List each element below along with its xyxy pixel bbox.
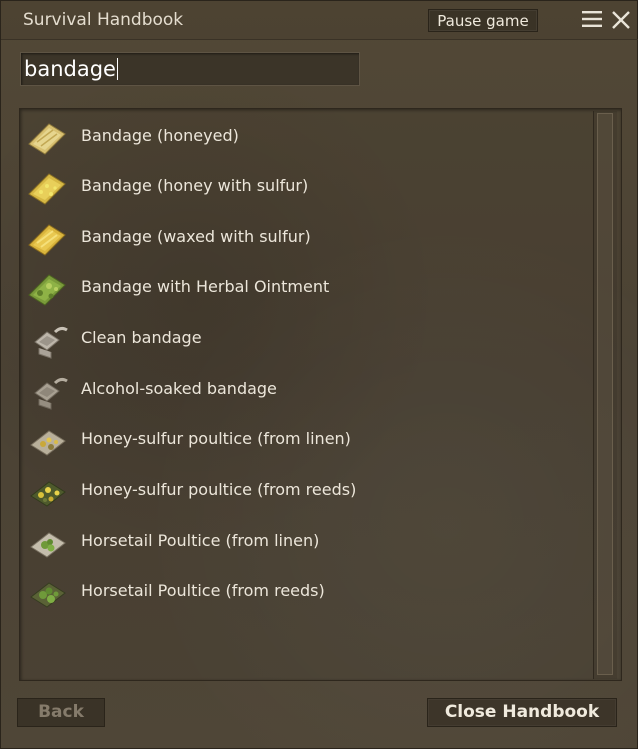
list-item[interactable]: Bandage (honey with sulfur) [23, 166, 583, 210]
clean-bandage-icon [34, 326, 68, 359]
item-label: Honey-sulfur poultice (from linen) [81, 429, 351, 448]
list-item[interactable]: Bandage with Herbal Ointment [23, 267, 583, 311]
bandage-waxed-sulfur-icon [28, 224, 66, 256]
window-title: Survival Handbook [23, 10, 184, 30]
item-label: Bandage (honeyed) [81, 126, 239, 145]
list-item[interactable]: Bandage (honeyed) [23, 116, 583, 160]
poultice-reeds-horsetail-icon [30, 582, 66, 608]
bandage-honeyed-icon [28, 123, 66, 155]
scrollbar[interactable] [593, 111, 617, 679]
list-item[interactable]: Honey-sulfur poultice (from linen) [23, 419, 583, 463]
item-label: Horsetail Poultice (from linen) [81, 531, 320, 550]
scrollbar-thumb[interactable] [597, 113, 613, 675]
list-item[interactable]: Alcohol-soaked bandage [23, 369, 583, 413]
list-item[interactable]: Horsetail Poultice (from reeds) [23, 571, 583, 615]
text-caret [116, 58, 118, 80]
item-label: Horsetail Poultice (from reeds) [81, 581, 325, 600]
item-label: Bandage with Herbal Ointment [81, 277, 330, 296]
list-item[interactable]: Clean bandage [23, 318, 583, 362]
close-handbook-button[interactable]: Close Handbook [427, 698, 617, 727]
bandage-honey-sulfur-icon [28, 173, 66, 205]
bandage-herbal-icon [28, 274, 66, 306]
list-item[interactable]: Honey-sulfur poultice (from reeds) [23, 470, 583, 514]
alcohol-bandage-icon [34, 377, 68, 410]
pause-game-button[interactable]: Pause game [428, 9, 538, 32]
poultice-reeds-sulfur-icon [30, 481, 66, 507]
poultice-linen-horsetail-icon [30, 532, 66, 558]
item-label: Bandage (waxed with sulfur) [81, 227, 311, 246]
handbook-window: Survival Handbook Pause game bandage Ban… [0, 0, 638, 749]
hamburger-menu-icon[interactable] [581, 10, 603, 28]
list-item[interactable]: Bandage (waxed with sulfur) [23, 217, 583, 261]
item-label: Alcohol-soaked bandage [81, 379, 277, 398]
list-item[interactable]: Horsetail Poultice (from linen) [23, 521, 583, 565]
back-button[interactable]: Back [17, 698, 105, 727]
search-input[interactable]: bandage [20, 52, 360, 86]
item-label: Bandage (honey with sulfur) [81, 176, 309, 195]
close-x-icon[interactable] [611, 10, 631, 30]
item-label: Clean bandage [81, 328, 202, 347]
item-label: Honey-sulfur poultice (from reeds) [81, 480, 357, 499]
poultice-linen-sulfur-icon [30, 430, 66, 456]
title-bar: Survival Handbook Pause game [1, 1, 638, 40]
search-value: bandage [24, 57, 116, 81]
